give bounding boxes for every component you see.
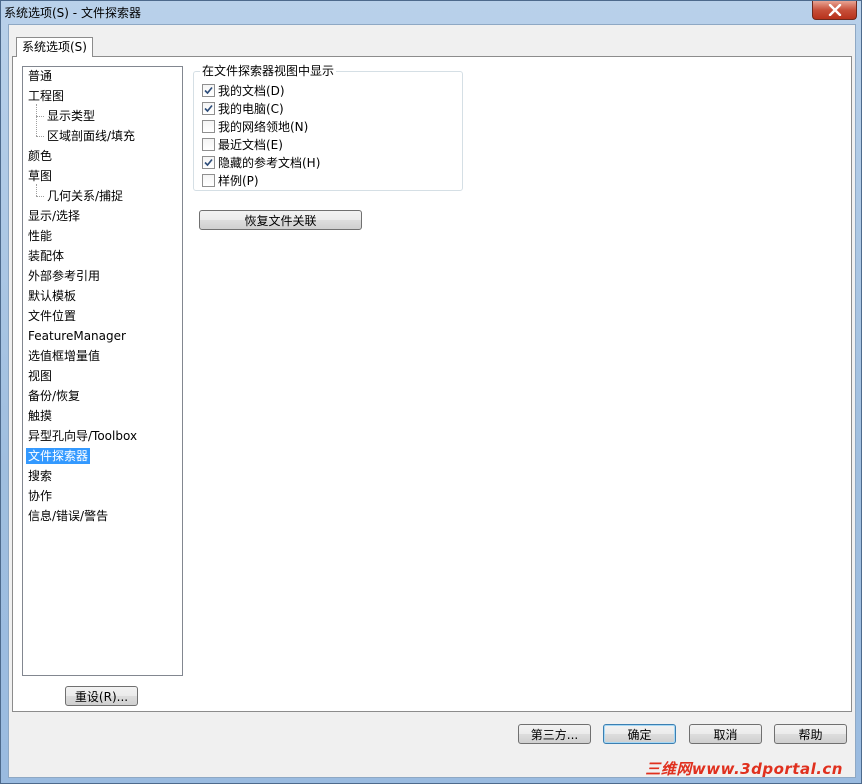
checkbox[interactable]	[202, 156, 215, 169]
tree-connector	[36, 136, 44, 137]
tree-item[interactable]: 默认模板	[28, 288, 76, 304]
checkmark-icon	[204, 158, 213, 167]
tree-item[interactable]: 触摸	[28, 408, 52, 424]
explorer-display-group: 在文件探索器视图中显示 我的文档(D) 我的电脑(C) 我的网络领地(N) 最近文档(…	[193, 64, 463, 191]
tree-item[interactable]: 视图	[28, 368, 52, 384]
option-checkbox-row[interactable]: 我的电脑(C)	[202, 101, 284, 117]
tree-item[interactable]: 普通	[28, 68, 52, 84]
option-checkbox-row[interactable]: 我的网络领地(N)	[202, 119, 308, 135]
close-button[interactable]	[812, 1, 857, 20]
checkbox[interactable]	[202, 102, 215, 115]
tree-item[interactable]: 几何关系/捕捉	[47, 188, 123, 204]
dialog-window: 系统选项(S) - 文件探索器 系统选项(S) 普通工程图显示类型区域剖面线/填…	[0, 0, 862, 784]
cancel-button[interactable]: 取消	[689, 724, 762, 744]
dialog-client-area: 系统选项(S) 普通工程图显示类型区域剖面线/填充颜色草图几何关系/捕捉显示/选…	[8, 24, 856, 778]
ok-button[interactable]: 确定	[603, 724, 676, 744]
tree-item[interactable]: 协作	[28, 488, 52, 504]
tree-item[interactable]: 显示类型	[47, 108, 95, 124]
tree-connector	[36, 104, 37, 136]
checkmark-icon	[204, 104, 213, 113]
checkbox-label: 我的电脑(C)	[218, 102, 284, 116]
checkbox-label: 隐藏的参考文档(H)	[218, 156, 321, 170]
tree-connector	[36, 184, 37, 196]
tree-item[interactable]: 异型孔向导/Toolbox	[28, 428, 137, 444]
tree-item[interactable]: 显示/选择	[28, 208, 80, 224]
checkbox-label: 样例(P)	[218, 174, 259, 188]
options-tree[interactable]: 普通工程图显示类型区域剖面线/填充颜色草图几何关系/捕捉显示/选择性能装配体外部…	[22, 66, 183, 676]
tree-item[interactable]: 装配体	[28, 248, 64, 264]
group-title: 在文件探索器视图中显示	[200, 64, 337, 79]
checkmark-icon	[204, 86, 213, 95]
checkbox[interactable]	[202, 138, 215, 151]
tree-item[interactable]: 工程图	[28, 88, 64, 104]
tree-item[interactable]: 草图	[28, 168, 52, 184]
checkbox[interactable]	[202, 120, 215, 133]
title-bar[interactable]: 系统选项(S) - 文件探索器	[1, 1, 861, 23]
tree-item[interactable]: 外部参考引用	[28, 268, 100, 284]
tree-item[interactable]: 性能	[28, 228, 52, 244]
option-checkbox-row[interactable]: 样例(P)	[202, 173, 259, 189]
tree-connector	[36, 196, 44, 197]
checkbox-label: 最近文档(E)	[218, 138, 283, 152]
tree-connector	[36, 116, 44, 117]
tree-item[interactable]: FeatureManager	[28, 328, 126, 344]
tree-item[interactable]: 备份/恢复	[28, 388, 80, 404]
option-checkbox-row[interactable]: 隐藏的参考文档(H)	[202, 155, 320, 171]
close-icon	[828, 4, 841, 16]
tree-item[interactable]: 文件位置	[28, 308, 76, 324]
tree-item[interactable]: 信息/错误/警告	[28, 508, 108, 524]
third-party-button[interactable]: 第三方...	[518, 724, 591, 744]
checkbox-label: 我的文档(D)	[218, 84, 285, 98]
help-button[interactable]: 帮助	[774, 724, 847, 744]
window-title: 系统选项(S) - 文件探索器	[4, 6, 141, 20]
tree-item[interactable]: 选值框增量值	[28, 348, 100, 364]
checkbox[interactable]	[202, 174, 215, 187]
option-checkbox-row[interactable]: 我的文档(D)	[202, 83, 285, 99]
reset-button[interactable]: 重设(R)...	[65, 686, 138, 706]
tree-item[interactable]: 区域剖面线/填充	[47, 128, 135, 144]
tab-panel: 普通工程图显示类型区域剖面线/填充颜色草图几何关系/捕捉显示/选择性能装配体外部…	[12, 56, 852, 712]
option-checkbox-row[interactable]: 最近文档(E)	[202, 137, 283, 153]
watermark-text: 三维网www.3dportal.cn	[645, 760, 843, 778]
restore-file-associations-button[interactable]: 恢复文件关联	[199, 210, 362, 230]
checkbox[interactable]	[202, 84, 215, 97]
tree-item[interactable]: 搜索	[28, 468, 52, 484]
tree-item[interactable]: 文件探索器	[26, 448, 91, 464]
checkbox-label: 我的网络领地(N)	[218, 120, 309, 134]
tab-system-options[interactable]: 系统选项(S)	[16, 37, 93, 57]
tree-item[interactable]: 颜色	[28, 148, 52, 164]
